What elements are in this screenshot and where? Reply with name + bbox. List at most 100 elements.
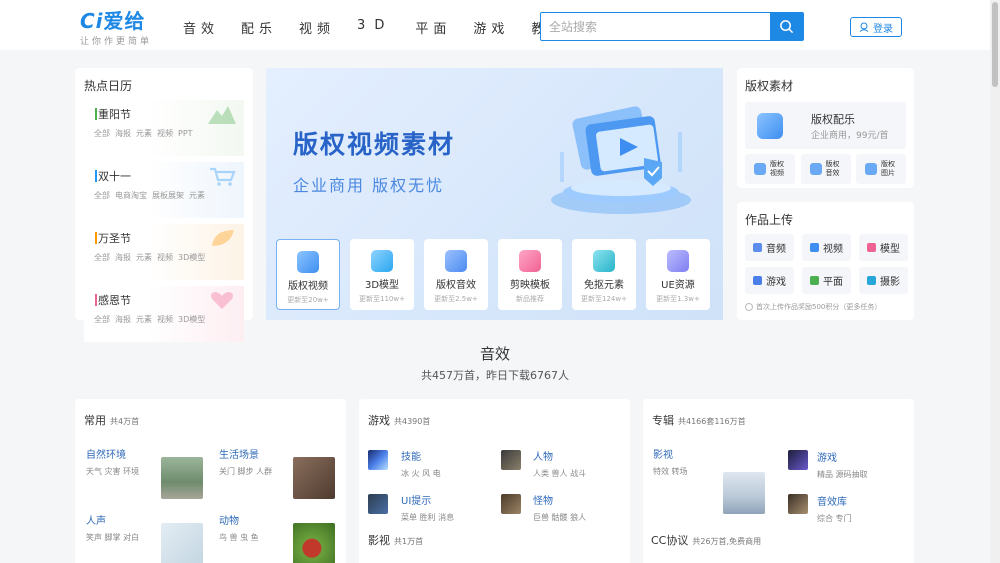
copyright-music-link[interactable]: 版权配乐 企业商用，99元/首 <box>745 102 906 149</box>
main-nav: 音效 配乐 视频 3D 平面 游戏 教程 <box>183 18 589 37</box>
calendar-tag[interactable]: 元素 <box>136 129 152 138</box>
upload-photo-button[interactable]: 摄影 <box>859 267 908 294</box>
calendar-item[interactable]: 重阳节 全部 海报 元素 视频 PPT <box>84 100 244 156</box>
nav-item-game[interactable]: 游戏 <box>473 18 509 37</box>
common-sounds-card: 常用 共4万首 自然环境 天气 灾害 环境 生活场景 关门 脚步 人群 人声 笑声… <box>75 399 346 563</box>
calendar-tag[interactable]: 展板展架 <box>152 191 184 200</box>
calendar-tag[interactable]: 视频 <box>157 315 173 324</box>
calendar-tag[interactable]: 全部 <box>94 191 110 200</box>
sound-library-icon[interactable] <box>788 494 808 514</box>
upload-graphic-button[interactable]: 平面 <box>802 267 851 294</box>
cube-icon <box>371 250 393 272</box>
info-icon <box>745 303 753 311</box>
leaf-icon <box>212 230 234 246</box>
film-count: 共1万首 <box>394 537 424 546</box>
search-icon <box>780 20 794 34</box>
human-voice-thumbnail[interactable] <box>161 523 203 563</box>
category-capcut-template[interactable]: 剪映模板 新品推荐 <box>498 239 562 310</box>
speaker-icon <box>809 163 822 175</box>
category-3d-model[interactable]: 3D模型 更新至110w+ <box>350 239 414 310</box>
list-item[interactable]: 生活场景 关门 脚步 人群 <box>219 446 272 477</box>
calendar-tag[interactable]: 3D模型 <box>178 315 205 324</box>
copyright-image-link[interactable]: 版权图片 <box>856 154 906 184</box>
list-item[interactable]: 自然环境 天气 灾害 环境 <box>86 446 139 477</box>
template-icon <box>519 250 541 272</box>
audio-icon <box>753 243 762 252</box>
video-film-illustration <box>551 106 691 214</box>
calendar-tag[interactable]: 电商淘宝 <box>115 191 147 200</box>
site-logo[interactable]: Ci爱给 让你作更简单 <box>80 10 152 47</box>
nav-item-3d[interactable]: 3D <box>357 18 393 37</box>
calendar-tag[interactable]: PPT <box>178 129 193 138</box>
nav-item-sound[interactable]: 音效 <box>183 18 219 37</box>
list-item[interactable]: 动物 鸟 兽 虫 鱼 <box>219 512 259 543</box>
category-copyright-sound[interactable]: 版权音效 更新至2.5w+ <box>424 239 488 310</box>
gamepad-icon <box>753 276 762 285</box>
upload-video-button[interactable]: 视频 <box>802 234 851 261</box>
nav-item-graphic[interactable]: 平面 <box>415 18 451 37</box>
ui-prompt-icon[interactable] <box>368 494 388 514</box>
calendar-tag[interactable]: 元素 <box>136 315 152 324</box>
calendar-tag[interactable]: 视频 <box>157 253 173 262</box>
calendar-tag[interactable]: 海报 <box>115 129 131 138</box>
film-album-thumbnail[interactable] <box>723 472 765 514</box>
category-copyright-video[interactable]: 版权视频 更新至20w+ <box>276 239 340 310</box>
promo-banner[interactable]: 版权视频素材 企业商用 版权无忧 版权视频 更新至20w+ 3D模型 更新至11… <box>266 68 723 320</box>
banner-subtitle: 企业商用 版权无忧 <box>293 176 445 195</box>
calendar-tag[interactable]: 全部 <box>94 253 110 262</box>
nav-item-video[interactable]: 视频 <box>299 18 335 37</box>
calendar-item[interactable]: 感恩节 全部 海报 元素 视频 3D模型 <box>84 286 244 342</box>
calendar-item[interactable]: 万圣节 全部 海报 元素 视频 3D模型 <box>84 224 244 280</box>
upload-model-button[interactable]: 模型 <box>859 234 908 261</box>
list-item[interactable]: 人物 人类 兽人 战斗 <box>533 448 586 479</box>
camera-icon <box>867 276 876 285</box>
image-icon <box>865 163 877 175</box>
game-album-icon[interactable] <box>788 450 808 470</box>
album-title: 专辑 <box>652 414 674 427</box>
nature-thumbnail[interactable] <box>161 457 203 499</box>
search-input[interactable] <box>541 13 769 40</box>
skill-icon[interactable] <box>368 450 388 470</box>
search-button[interactable] <box>770 13 803 40</box>
list-item[interactable]: 游戏 精品 源码抽取 <box>817 449 868 480</box>
list-item[interactable]: 人声 笑声 脚掌 对白 <box>86 512 139 543</box>
calendar-tag[interactable]: 全部 <box>94 129 110 138</box>
list-item[interactable]: 技能 冰 火 风 电 <box>401 448 441 479</box>
category-ue-resource[interactable]: UE资源 更新至1.3w+ <box>646 239 710 310</box>
speaker-icon <box>445 250 467 272</box>
copyright-sound-link[interactable]: 版权音效 <box>800 154 851 184</box>
logo-slogan: 让你作更简单 <box>80 37 153 47</box>
list-item[interactable]: 怪物 巨兽 骷髅 狼人 <box>533 492 586 523</box>
ladybug-thumbnail[interactable] <box>293 523 335 563</box>
video-icon <box>754 163 766 175</box>
cc-title: CC协议 <box>651 534 689 547</box>
copyright-title: 版权素材 <box>745 79 794 93</box>
calendar-tag[interactable]: 海报 <box>115 315 131 324</box>
upload-audio-button[interactable]: 音频 <box>745 234 794 261</box>
section-title: 音效 <box>479 345 510 363</box>
scrollbar-thumb[interactable] <box>992 2 998 87</box>
list-item[interactable]: 音效库 综合 专门 <box>817 493 852 524</box>
calendar-item[interactable]: 双十一 全部 电商淘宝 展板展架 元素 <box>84 162 244 218</box>
copyright-video-link[interactable]: 版权视频 <box>745 154 795 184</box>
list-item[interactable]: 影视 特效 转场 <box>653 446 688 477</box>
category-cutout-element[interactable]: 免抠元素 更新至124w+ <box>572 239 636 310</box>
calendar-tag[interactable]: 海报 <box>115 253 131 262</box>
calendar-tag[interactable]: 3D模型 <box>178 253 205 262</box>
top-header: Ci爱给 让你作更简单 音效 配乐 视频 3D 平面 游戏 教程 登录 <box>0 0 990 50</box>
calendar-tag[interactable]: 元素 <box>189 191 205 200</box>
monster-icon[interactable] <box>501 494 521 514</box>
calendar-tag[interactable]: 视频 <box>157 129 173 138</box>
character-icon[interactable] <box>501 450 521 470</box>
list-item[interactable]: UI提示 菜单 胜利 消息 <box>401 492 454 523</box>
page-scrollbar[interactable] <box>990 0 1000 563</box>
logo-text: 爱给 <box>103 9 146 33</box>
nav-item-music[interactable]: 配乐 <box>241 18 277 37</box>
picture-icon <box>810 276 819 285</box>
calendar-tag[interactable]: 元素 <box>136 253 152 262</box>
login-button[interactable]: 登录 <box>850 17 902 37</box>
life-scene-thumbnail[interactable] <box>293 457 335 499</box>
calendar-tag[interactable]: 全部 <box>94 315 110 324</box>
upload-game-button[interactable]: 游戏 <box>745 267 794 294</box>
upload-reward-note[interactable]: 首次上传作品奖励500积分（更多任务） <box>745 302 906 312</box>
